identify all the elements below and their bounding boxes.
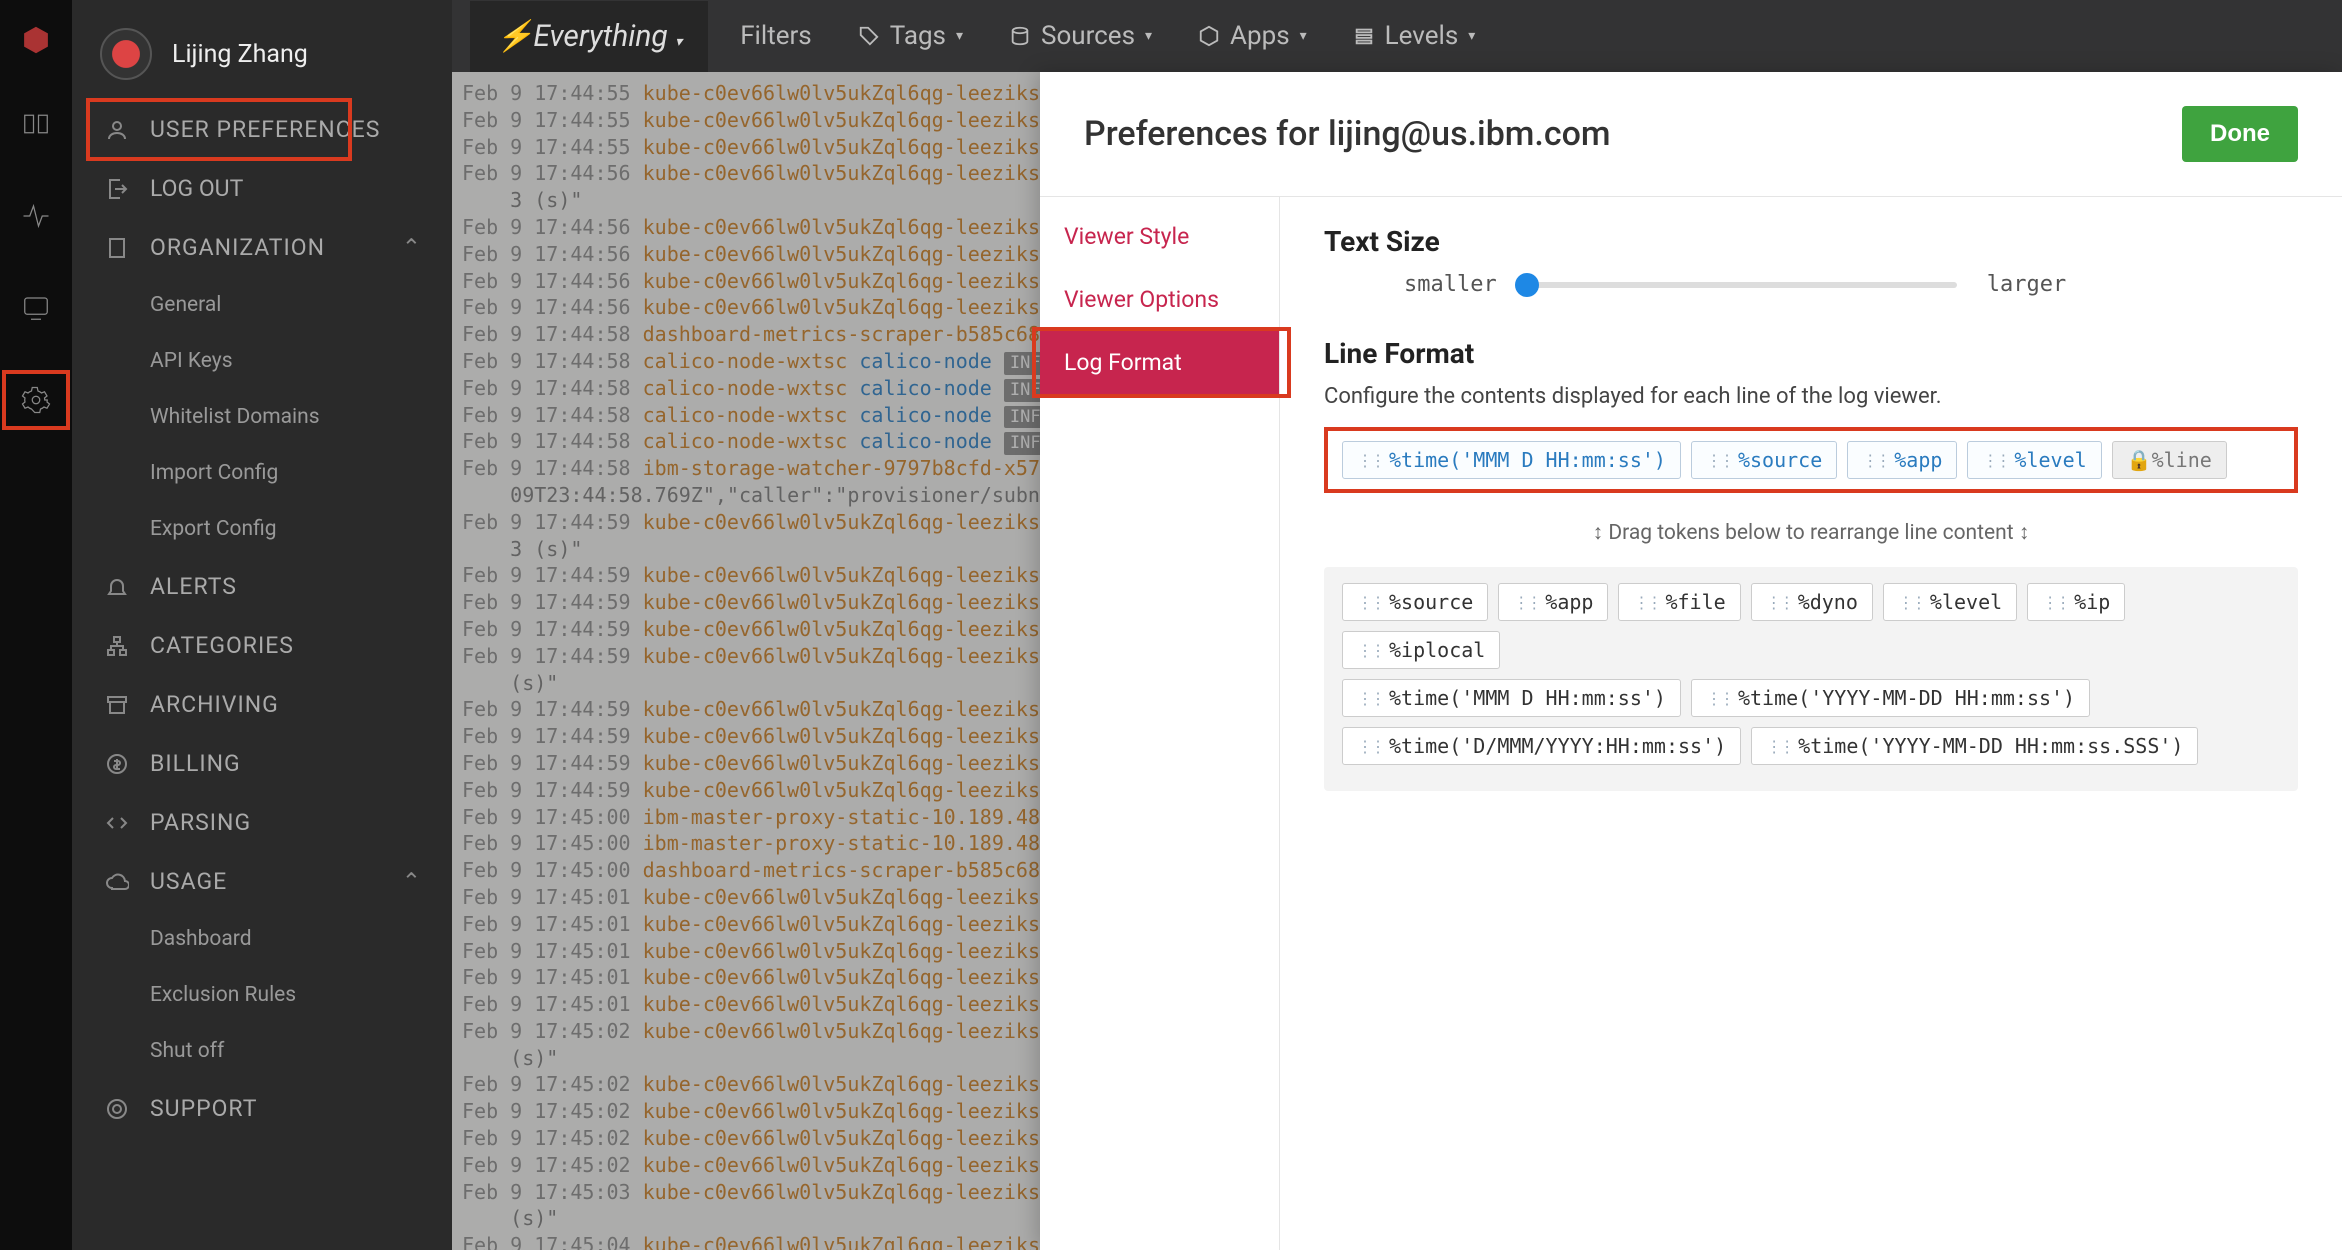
sidebar-sub-item[interactable]: Dashboard [72, 911, 452, 967]
line-format-heading: Line Format [1324, 337, 2298, 370]
chevron-up-icon: ⌃ [402, 868, 422, 895]
nav-logout[interactable]: LOG OUT [72, 159, 452, 218]
everything-dropdown[interactable]: ⚡Everything ▾ [470, 1, 708, 72]
user-name: Lijing Zhang [172, 40, 308, 69]
palette-token[interactable]: ⋮⋮%file [1618, 583, 1740, 621]
active-tokens-row[interactable]: ⋮⋮%time('MMM D HH:mm:ss') ⋮⋮%source ⋮⋮%app… [1324, 427, 2298, 493]
logo-icon[interactable] [12, 16, 60, 64]
modal-tab[interactable]: Log Format [1040, 331, 1279, 394]
levels-dropdown[interactable]: Levels ▾ [1339, 21, 1490, 51]
settings-sidebar: Lijing Zhang USER PREFERENCES LOG OUT OR… [72, 0, 452, 1250]
sidebar-sub-item[interactable]: Import Config [72, 445, 452, 501]
chevron-up-icon: ⌃ [402, 234, 422, 261]
topbar: ⚡Everything ▾ Filters Tags ▾ Sources ▾ A… [452, 0, 2342, 72]
palette-token[interactable]: ⋮⋮%time('MMM D HH:mm:ss') [1342, 679, 1681, 717]
modal-tab[interactable]: Viewer Options [1040, 268, 1279, 331]
format-token[interactable]: ⋮⋮%app [1847, 441, 1957, 479]
modal-content: Text Size smaller larger Line Format Con… [1280, 197, 2342, 1250]
drag-hint: ↕ Drag tokens below to rearrange line co… [1324, 521, 2298, 545]
nav-categories[interactable]: CATEGORIES [72, 616, 452, 675]
nav-usage[interactable]: USAGE ⌃ [72, 852, 452, 911]
palette-token[interactable]: ⋮⋮%app [1498, 583, 1608, 621]
nav-organization[interactable]: ORGANIZATION ⌃ [72, 218, 452, 277]
filters-button[interactable]: Filters [726, 21, 826, 51]
sidebar-sub-item[interactable]: Exclusion Rules [72, 967, 452, 1023]
format-token[interactable]: ⋮⋮%level [1967, 441, 2101, 479]
building-icon [102, 236, 132, 260]
done-button[interactable]: Done [2182, 106, 2298, 162]
nav-support[interactable]: SUPPORT [72, 1079, 452, 1138]
nav-parsing[interactable]: PARSING [72, 793, 452, 852]
sidebar-sub-item[interactable]: Whitelist Domains [72, 389, 452, 445]
sources-dropdown[interactable]: Sources ▾ [995, 21, 1166, 51]
format-token[interactable]: ⋮⋮%time('MMM D HH:mm:ss') [1342, 441, 1681, 479]
text-size-heading: Text Size [1324, 225, 2298, 258]
boards-icon[interactable] [12, 100, 60, 148]
avatar [100, 28, 152, 80]
cloud-icon [102, 870, 132, 894]
nav-archiving[interactable]: ARCHIVING [72, 675, 452, 734]
code-icon [102, 811, 132, 835]
palette-token[interactable]: ⋮⋮%time('YYYY-MM-DD HH:mm:ss') [1691, 679, 2090, 717]
line-format-desc: Configure the contents displayed for eac… [1324, 384, 2298, 409]
preferences-modal: Preferences for lijing@us.ibm.com Done V… [1040, 72, 2342, 1250]
text-size-slider[interactable]: smaller larger [1404, 272, 2298, 297]
palette-token[interactable]: ⋮⋮%ip [2027, 583, 2125, 621]
nav-billing[interactable]: BILLING [72, 734, 452, 793]
nav-alerts[interactable]: ALERTS [72, 557, 452, 616]
slider-thumb[interactable] [1515, 273, 1539, 297]
palette-token[interactable]: ⋮⋮%time('D/MMM/YYYY:HH:mm:ss') [1342, 727, 1741, 765]
modal-header: Preferences for lijing@us.ibm.com Done [1040, 72, 2342, 197]
user-row[interactable]: Lijing Zhang [72, 8, 452, 100]
modal-tab[interactable]: Viewer Style [1040, 205, 1279, 268]
larger-label: larger [1987, 272, 2066, 297]
archive-icon [102, 693, 132, 717]
nav-user-preferences[interactable]: USER PREFERENCES [72, 100, 452, 159]
sidebar-sub-item[interactable]: Export Config [72, 501, 452, 557]
person-icon [102, 118, 132, 142]
token-palette: ⋮⋮%source ⋮⋮%app ⋮⋮%file ⋮⋮%dyno ⋮⋮%level ⋮⋮%… [1324, 567, 2298, 791]
icon-rail [0, 0, 72, 1250]
palette-token[interactable]: ⋮⋮%iplocal [1342, 631, 1500, 669]
sidebar-sub-item[interactable]: General [72, 277, 452, 333]
format-token[interactable]: 🔒%line [2112, 441, 2227, 479]
palette-token[interactable]: ⋮⋮%source [1342, 583, 1488, 621]
sidebar-sub-item[interactable]: Shut off [72, 1023, 452, 1079]
smaller-label: smaller [1404, 272, 1497, 297]
palette-token[interactable]: ⋮⋮%dyno [1751, 583, 1873, 621]
sidebar-sub-item[interactable]: API Keys [72, 333, 452, 389]
monitor-icon[interactable] [12, 284, 60, 332]
modal-tabs: Viewer StyleViewer OptionsLog Format [1040, 197, 1280, 1250]
palette-token[interactable]: ⋮⋮%level [1883, 583, 2017, 621]
settings-icon[interactable] [12, 376, 60, 424]
sitemap-icon [102, 634, 132, 658]
format-token[interactable]: ⋮⋮%source [1691, 441, 1837, 479]
palette-token[interactable]: ⋮⋮%time('YYYY-MM-DD HH:mm:ss.SSS') [1751, 727, 2198, 765]
dollar-icon [102, 752, 132, 776]
logout-icon [102, 177, 132, 201]
apps-dropdown[interactable]: Apps ▾ [1184, 21, 1321, 51]
modal-title: Preferences for lijing@us.ibm.com [1084, 114, 1611, 154]
bell-icon [102, 575, 132, 599]
slider-track[interactable] [1527, 282, 1957, 288]
tags-dropdown[interactable]: Tags ▾ [844, 21, 977, 51]
life-ring-icon [102, 1097, 132, 1121]
activity-icon[interactable] [12, 192, 60, 240]
